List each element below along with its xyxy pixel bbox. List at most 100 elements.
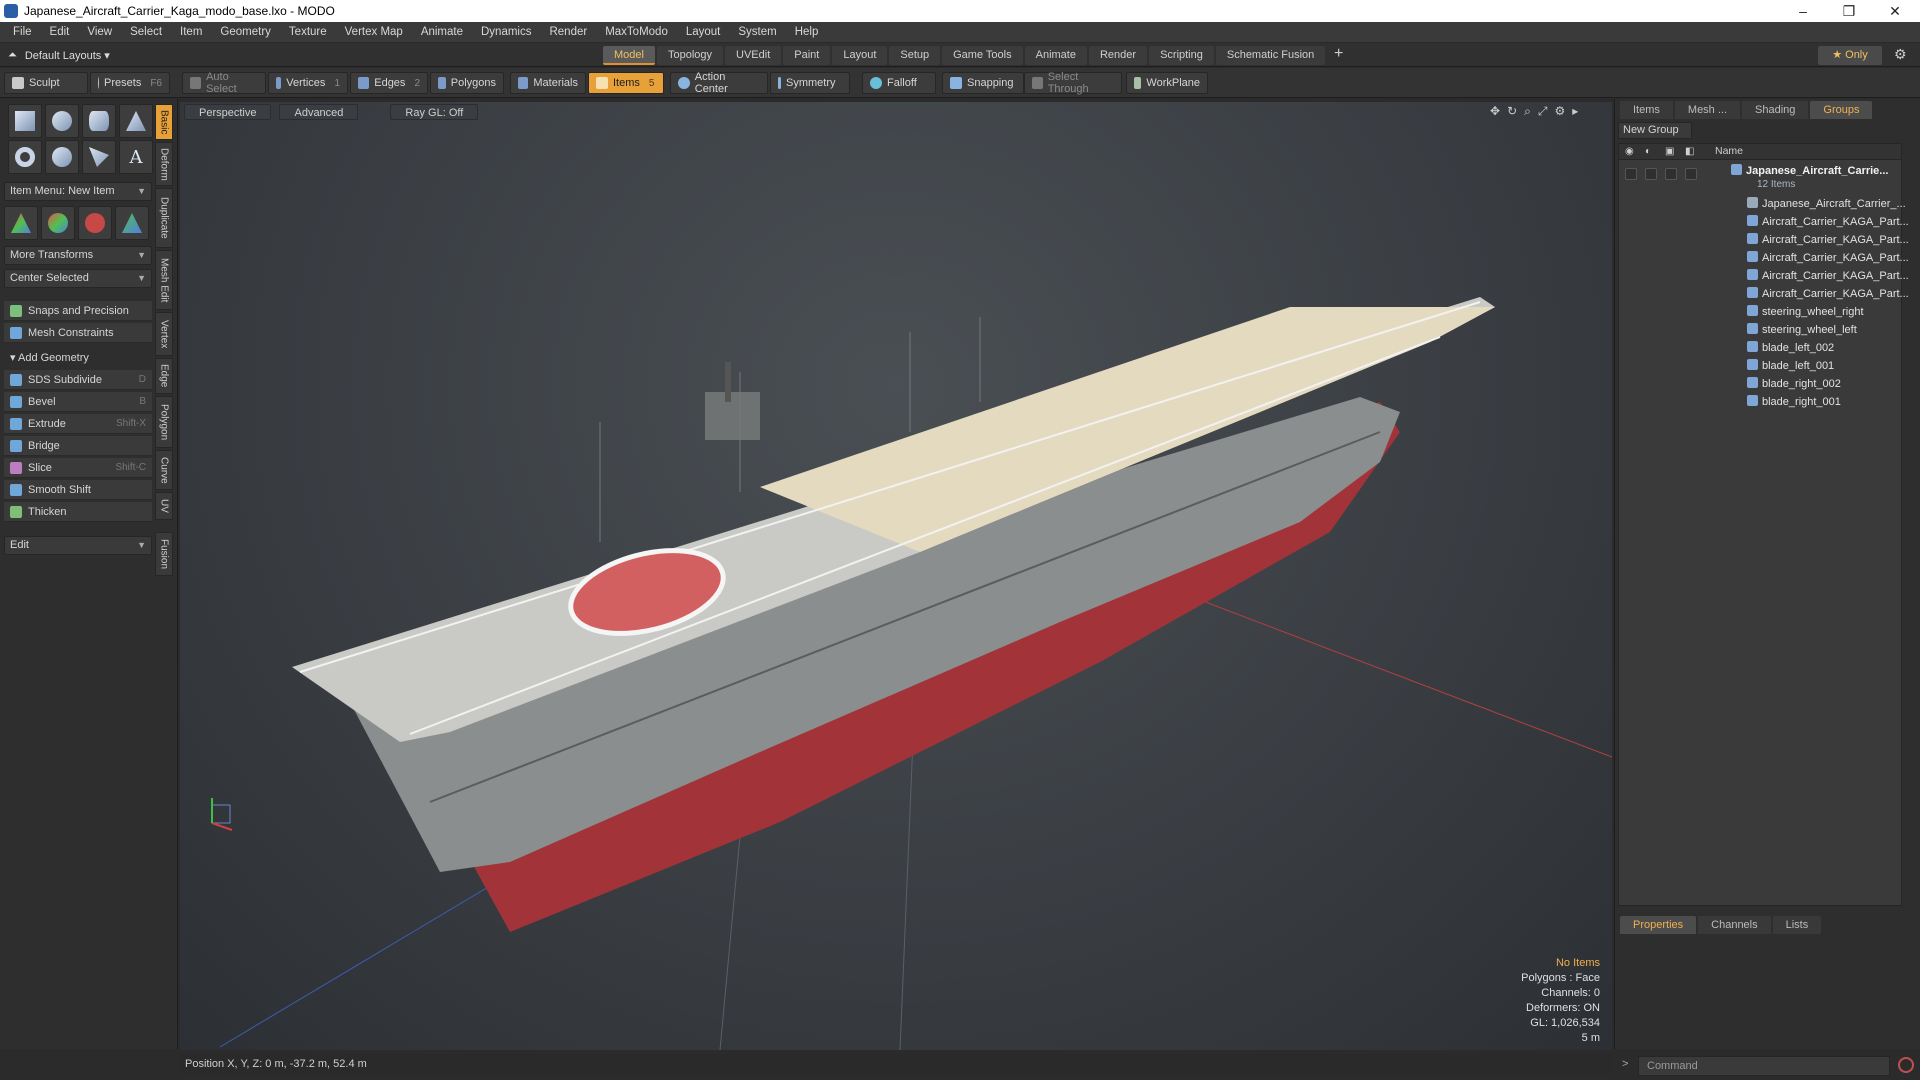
center-selected-dropdown[interactable]: Center Selected ▼ bbox=[4, 269, 152, 288]
select-toggle[interactable] bbox=[1685, 168, 1697, 180]
tab-layout[interactable]: Layout bbox=[832, 46, 888, 65]
menu-file[interactable]: File bbox=[4, 22, 41, 43]
transform-tool-button[interactable] bbox=[115, 206, 149, 240]
rotate-tool-button[interactable] bbox=[41, 206, 75, 240]
tab-items[interactable]: Items bbox=[1620, 101, 1673, 119]
tree-item[interactable]: Aircraft_Carrier_KAGA_Part... bbox=[1747, 231, 1909, 249]
tab-game-tools[interactable]: Game Tools bbox=[942, 46, 1023, 65]
tab-schematic-fusion[interactable]: Schematic Fusion bbox=[1215, 46, 1326, 65]
capsule-tool-button[interactable] bbox=[45, 140, 79, 174]
tab-properties[interactable]: Properties bbox=[1620, 916, 1697, 934]
tree-item[interactable]: Aircraft_Carrier_KAGA_Part... bbox=[1747, 249, 1909, 267]
tree-item[interactable]: Aircraft_Carrier_KAGA_Part... bbox=[1747, 267, 1909, 285]
menu-maxtomodo[interactable]: MaxToModo bbox=[596, 22, 677, 43]
vtab-fusion[interactable]: Fusion bbox=[155, 532, 173, 576]
menu-item[interactable]: Item bbox=[171, 22, 211, 43]
tab-animate[interactable]: Animate bbox=[1024, 46, 1087, 65]
visibility-toggle[interactable] bbox=[1625, 168, 1637, 180]
move-tool-button[interactable] bbox=[4, 206, 38, 240]
tree-item[interactable]: steering_wheel_left bbox=[1747, 321, 1857, 339]
command-input[interactable]: Command bbox=[1638, 1056, 1890, 1076]
vtab-mesh-edit[interactable]: Mesh Edit bbox=[155, 250, 173, 310]
lock-icon[interactable]: ▣ bbox=[1665, 146, 1674, 157]
falloff-button[interactable]: Falloff bbox=[862, 72, 936, 94]
menu-edit[interactable]: Edit bbox=[41, 22, 79, 43]
snaps-precision-button[interactable]: Snaps and Precision bbox=[4, 301, 152, 321]
tree-item[interactable]: blade_left_001 bbox=[1747, 357, 1834, 375]
tab-channels[interactable]: Channels bbox=[1698, 916, 1771, 934]
vtab-edge[interactable]: Edge bbox=[155, 358, 173, 394]
tab-mesh[interactable]: Mesh ... bbox=[1674, 101, 1741, 119]
shading-dropdown[interactable]: Advanced bbox=[279, 104, 359, 120]
layout-selector[interactable]: ⏶ Default Layouts ▾ bbox=[8, 46, 110, 64]
torus-tool-button[interactable] bbox=[8, 140, 42, 174]
menu-texture[interactable]: Texture bbox=[280, 22, 336, 43]
tree-item[interactable]: Japanese_Aircraft_Carrier_... bbox=[1747, 195, 1906, 213]
render-icon[interactable]: ◐ bbox=[1645, 146, 1651, 157]
vtab-vertex[interactable]: Vertex bbox=[155, 312, 173, 356]
view-mode-dropdown[interactable]: Perspective bbox=[184, 104, 272, 120]
viewport-menu-icon[interactable]: ▸ bbox=[1572, 104, 1578, 119]
pan-icon[interactable]: ✥ bbox=[1490, 104, 1500, 119]
extrude-button[interactable]: Extrude Shift-X bbox=[4, 414, 152, 434]
only-toggle[interactable]: ★ Only bbox=[1818, 46, 1882, 65]
menu-help[interactable]: Help bbox=[786, 22, 828, 43]
tab-shading[interactable]: Shading bbox=[1742, 101, 1809, 119]
new-group-button[interactable]: New Group bbox=[1618, 122, 1692, 139]
menu-dynamics[interactable]: Dynamics bbox=[472, 22, 540, 43]
edit-dropdown[interactable]: Edit ▼ bbox=[4, 536, 152, 555]
vtab-duplicate[interactable]: Duplicate bbox=[155, 188, 173, 248]
workplane-button[interactable]: WorkPlane bbox=[1126, 72, 1208, 94]
tree-item[interactable]: Aircraft_Carrier_KAGA_Part... bbox=[1747, 213, 1909, 231]
bevel-button[interactable]: Bevel B bbox=[4, 392, 152, 412]
sculpt-button[interactable]: Sculpt bbox=[4, 72, 88, 94]
slice-button[interactable]: Slice Shift-C bbox=[4, 458, 152, 478]
action-center-button[interactable]: Action Center bbox=[670, 71, 768, 95]
lock-toggle[interactable] bbox=[1665, 168, 1677, 180]
tab-paint[interactable]: Paint bbox=[783, 46, 831, 65]
bridge-button[interactable]: Bridge bbox=[4, 436, 152, 456]
tab-render[interactable]: Render bbox=[1088, 46, 1148, 65]
tree-item[interactable]: blade_left_002 bbox=[1747, 339, 1834, 357]
gear-icon[interactable]: ⚙ bbox=[1894, 46, 1907, 63]
pen-tool-button[interactable] bbox=[82, 140, 116, 174]
presets-button[interactable]: Presets F6 bbox=[90, 72, 170, 94]
items-button[interactable]: Items 5 bbox=[588, 72, 664, 94]
tab-uvedit[interactable]: UVEdit bbox=[725, 46, 782, 65]
menu-system[interactable]: System bbox=[729, 22, 785, 43]
fit-icon[interactable]: ⤢ bbox=[1538, 104, 1548, 119]
vtab-deform[interactable]: Deform bbox=[155, 142, 173, 186]
menu-vertex-map[interactable]: Vertex Map bbox=[336, 22, 412, 43]
sds-subdivide-button[interactable]: SDS Subdivide D bbox=[4, 370, 152, 390]
menu-render[interactable]: Render bbox=[540, 22, 596, 43]
maximize-button[interactable]: ❐ bbox=[1826, 0, 1872, 22]
tab-topology[interactable]: Topology bbox=[656, 46, 724, 65]
cone-tool-button[interactable] bbox=[119, 104, 153, 138]
menu-select[interactable]: Select bbox=[121, 22, 171, 43]
scale-tool-button[interactable] bbox=[78, 206, 112, 240]
text-tool-button[interactable]: A bbox=[119, 140, 153, 174]
edges-button[interactable]: Edges 2 bbox=[350, 72, 428, 94]
mesh-constraints-button[interactable]: Mesh Constraints bbox=[4, 323, 152, 343]
tree-item[interactable]: blade_right_001 bbox=[1747, 393, 1841, 411]
menu-geometry[interactable]: Geometry bbox=[211, 22, 280, 43]
tree-item[interactable]: steering_wheel_right bbox=[1747, 303, 1864, 321]
sphere-tool-button[interactable] bbox=[45, 104, 79, 138]
cylinder-tool-button[interactable] bbox=[82, 104, 116, 138]
add-tab-button[interactable]: + bbox=[1334, 45, 1343, 63]
item-menu-dropdown[interactable]: Item Menu: New Item ▼ bbox=[4, 182, 152, 201]
snapping-button[interactable]: Snapping bbox=[942, 72, 1024, 94]
add-geometry-header[interactable]: ▾ Add Geometry bbox=[4, 349, 152, 367]
vtab-polygon[interactable]: Polygon bbox=[155, 396, 173, 448]
symmetry-button[interactable]: Symmetry bbox=[770, 72, 850, 94]
raygl-toggle[interactable]: Ray GL: Off bbox=[390, 104, 479, 120]
eye-icon[interactable]: ◉ bbox=[1625, 146, 1634, 157]
record-icon[interactable] bbox=[1898, 1057, 1914, 1073]
select-icon[interactable]: ◧ bbox=[1685, 146, 1694, 157]
tree-root-item[interactable]: Japanese_Aircraft_Carrie... bbox=[1731, 162, 1888, 180]
tab-model[interactable]: Model bbox=[603, 46, 655, 65]
vertices-button[interactable]: Vertices 1 bbox=[268, 72, 348, 94]
close-button[interactable]: ✕ bbox=[1872, 0, 1918, 22]
auto-select-button[interactable]: Auto Select bbox=[182, 71, 266, 95]
zoom-icon[interactable]: ⌕ bbox=[1524, 104, 1531, 119]
